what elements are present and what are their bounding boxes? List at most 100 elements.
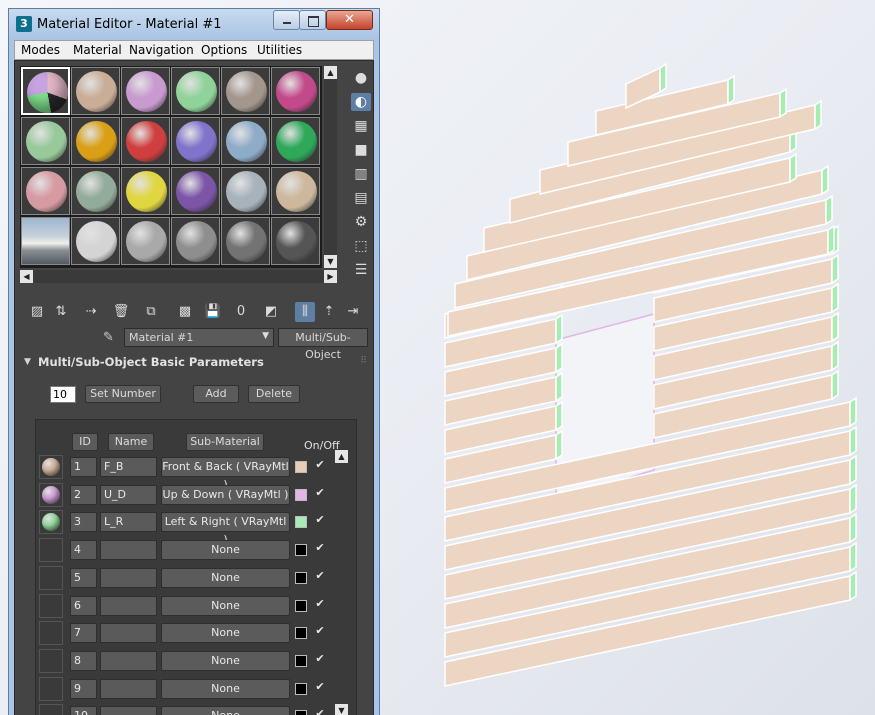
sample-slot[interactable] <box>271 217 320 265</box>
go-forward-to-sibling-icon[interactable]: ⇥ <box>343 302 363 322</box>
sub-material-color-swatch[interactable] <box>295 654 307 667</box>
sub-material-preview[interactable] <box>39 482 63 507</box>
rollout-collapse-icon[interactable]: ▼ <box>24 357 31 367</box>
material-name-field[interactable]: Material #1 ▼ <box>124 328 274 347</box>
sample-slot[interactable] <box>121 117 170 165</box>
menu-options[interactable]: Options <box>201 43 247 57</box>
sub-material-id-field[interactable]: 6 <box>70 595 97 616</box>
sub-material-on-checkbox[interactable]: ✔ <box>313 624 327 639</box>
sub-material-name-field[interactable] <box>100 595 157 616</box>
sample-slot[interactable] <box>271 117 320 165</box>
scroll-up-icon[interactable]: ▲ <box>324 66 337 79</box>
sub-material-preview[interactable] <box>39 565 63 590</box>
sample-type-icon[interactable]: ● <box>351 69 371 87</box>
sample-slot[interactable] <box>171 217 220 265</box>
sample-slot[interactable] <box>221 67 270 115</box>
chevron-down-icon[interactable]: ▼ <box>262 331 269 341</box>
add-button[interactable]: Add <box>193 385 239 403</box>
sample-slot[interactable] <box>221 117 270 165</box>
sub-material-button[interactable]: Front & Back ( VRayMtl ) <box>161 457 290 491</box>
sub-material-on-checkbox[interactable]: ✔ <box>313 597 327 612</box>
list-scroll-up-icon[interactable]: ▲ <box>335 450 348 463</box>
sample-slot[interactable] <box>121 67 170 115</box>
sort-by-sub-material-button[interactable]: Sub-Material <box>186 433 264 451</box>
sample-slot[interactable] <box>71 117 120 165</box>
sub-material-button[interactable]: None <box>161 650 290 671</box>
material-type-button[interactable]: Multi/Sub-Object <box>278 328 368 361</box>
set-number-button[interactable]: Set Number <box>85 385 161 403</box>
sub-material-id-field[interactable]: 8 <box>70 650 97 671</box>
sub-material-color-swatch[interactable] <box>295 627 307 640</box>
sub-material-on-checkbox[interactable]: ✔ <box>313 458 327 473</box>
sub-material-name-field[interactable] <box>100 706 157 715</box>
scroll-right-icon[interactable]: ▶ <box>324 270 337 283</box>
sub-material-on-checkbox[interactable]: ✔ <box>313 513 327 528</box>
sub-material-color-swatch[interactable] <box>295 710 307 715</box>
sub-material-id-field[interactable]: 10 <box>70 706 97 715</box>
go-to-parent-icon[interactable]: ⇡ <box>319 302 339 322</box>
title-bar[interactable]: 3 Material Editor - Material #1 ✕ <box>9 9 379 39</box>
delete-button[interactable]: Delete <box>248 385 300 403</box>
sub-material-preview[interactable] <box>39 538 63 563</box>
sub-material-button[interactable]: Left & Right ( VRayMtl ) <box>161 512 290 546</box>
sub-material-preview[interactable] <box>39 510 63 535</box>
sub-material-name-field[interactable] <box>100 540 157 561</box>
sub-material-on-checkbox[interactable]: ✔ <box>313 486 327 501</box>
put-to-library-icon[interactable]: 💾 <box>203 302 223 322</box>
minimize-button[interactable] <box>273 10 300 30</box>
sample-slot[interactable] <box>271 167 320 215</box>
menu-modes[interactable]: Modes <box>21 43 60 57</box>
sample-slot[interactable] <box>71 217 120 265</box>
number-of-materials-field[interactable]: 10 <box>50 386 76 403</box>
sub-material-name-field[interactable] <box>100 650 157 671</box>
put-to-scene-icon[interactable]: ⇅ <box>51 302 71 322</box>
sub-material-preview[interactable] <box>39 621 63 646</box>
sub-material-on-checkbox[interactable]: ✔ <box>313 652 327 667</box>
maximize-button[interactable] <box>299 10 326 30</box>
sub-material-name-field[interactable] <box>100 623 157 644</box>
sub-material-button[interactable]: None <box>161 567 290 588</box>
sample-uv-tiling-icon[interactable]: ■ <box>351 141 371 159</box>
sub-material-id-field[interactable]: 4 <box>70 540 97 561</box>
sub-material-on-checkbox[interactable]: ✔ <box>313 680 327 695</box>
make-preview-icon[interactable]: ▤ <box>351 189 371 207</box>
show-end-result-icon[interactable]: ⫼ <box>295 302 315 322</box>
sample-slot[interactable] <box>171 117 220 165</box>
rollout-header[interactable]: ▼ Multi/Sub-Object Basic Parameters ⠿ <box>20 353 371 371</box>
make-copy-icon[interactable]: ▩ <box>175 302 195 322</box>
sub-material-id-field[interactable]: 9 <box>70 678 97 699</box>
options-icon[interactable]: ⚙ <box>351 213 371 231</box>
sort-by-id-button[interactable]: ID <box>72 433 98 451</box>
close-button[interactable]: ✕ <box>326 10 373 30</box>
sub-material-on-checkbox[interactable]: ✔ <box>313 569 327 584</box>
sub-material-color-swatch[interactable] <box>295 599 307 612</box>
pick-material-eyedropper-icon[interactable]: ✎ <box>103 330 119 346</box>
sample-slot[interactable] <box>171 67 220 115</box>
sub-material-color-swatch[interactable] <box>295 544 307 557</box>
sub-material-id-field[interactable]: 3 <box>70 512 97 533</box>
sub-material-on-checkbox[interactable]: ✔ <box>313 707 327 715</box>
sample-slots-horizontal-scrollbar[interactable]: ◀ ▶ <box>20 270 337 283</box>
material-id-channel-icon[interactable]: 0 <box>231 302 251 322</box>
scroll-left-icon[interactable]: ◀ <box>20 270 33 283</box>
backlight-icon[interactable]: ◐ <box>351 93 371 111</box>
sample-slot[interactable] <box>21 167 70 215</box>
sample-slot[interactable] <box>21 117 70 165</box>
sub-material-id-field[interactable]: 1 <box>70 457 97 477</box>
sub-material-preview[interactable] <box>39 704 63 715</box>
sub-material-color-swatch[interactable] <box>295 682 307 695</box>
sub-material-id-field[interactable]: 5 <box>70 567 97 588</box>
get-material-icon[interactable]: ▨ <box>27 302 47 322</box>
sample-slot[interactable] <box>71 167 120 215</box>
sub-material-name-field[interactable]: L_R <box>100 512 157 533</box>
sub-material-name-field[interactable] <box>100 678 157 699</box>
sample-slot[interactable] <box>121 167 170 215</box>
show-map-in-viewport-icon[interactable]: ◩ <box>261 302 281 322</box>
sub-material-color-swatch[interactable] <box>295 488 307 501</box>
sample-slot[interactable] <box>221 167 270 215</box>
sub-material-color-swatch[interactable] <box>295 461 307 473</box>
menu-navigation[interactable]: Navigation <box>129 43 194 57</box>
sub-material-name-field[interactable] <box>100 567 157 588</box>
sample-slot[interactable] <box>71 67 120 115</box>
sample-slot[interactable] <box>271 67 320 115</box>
